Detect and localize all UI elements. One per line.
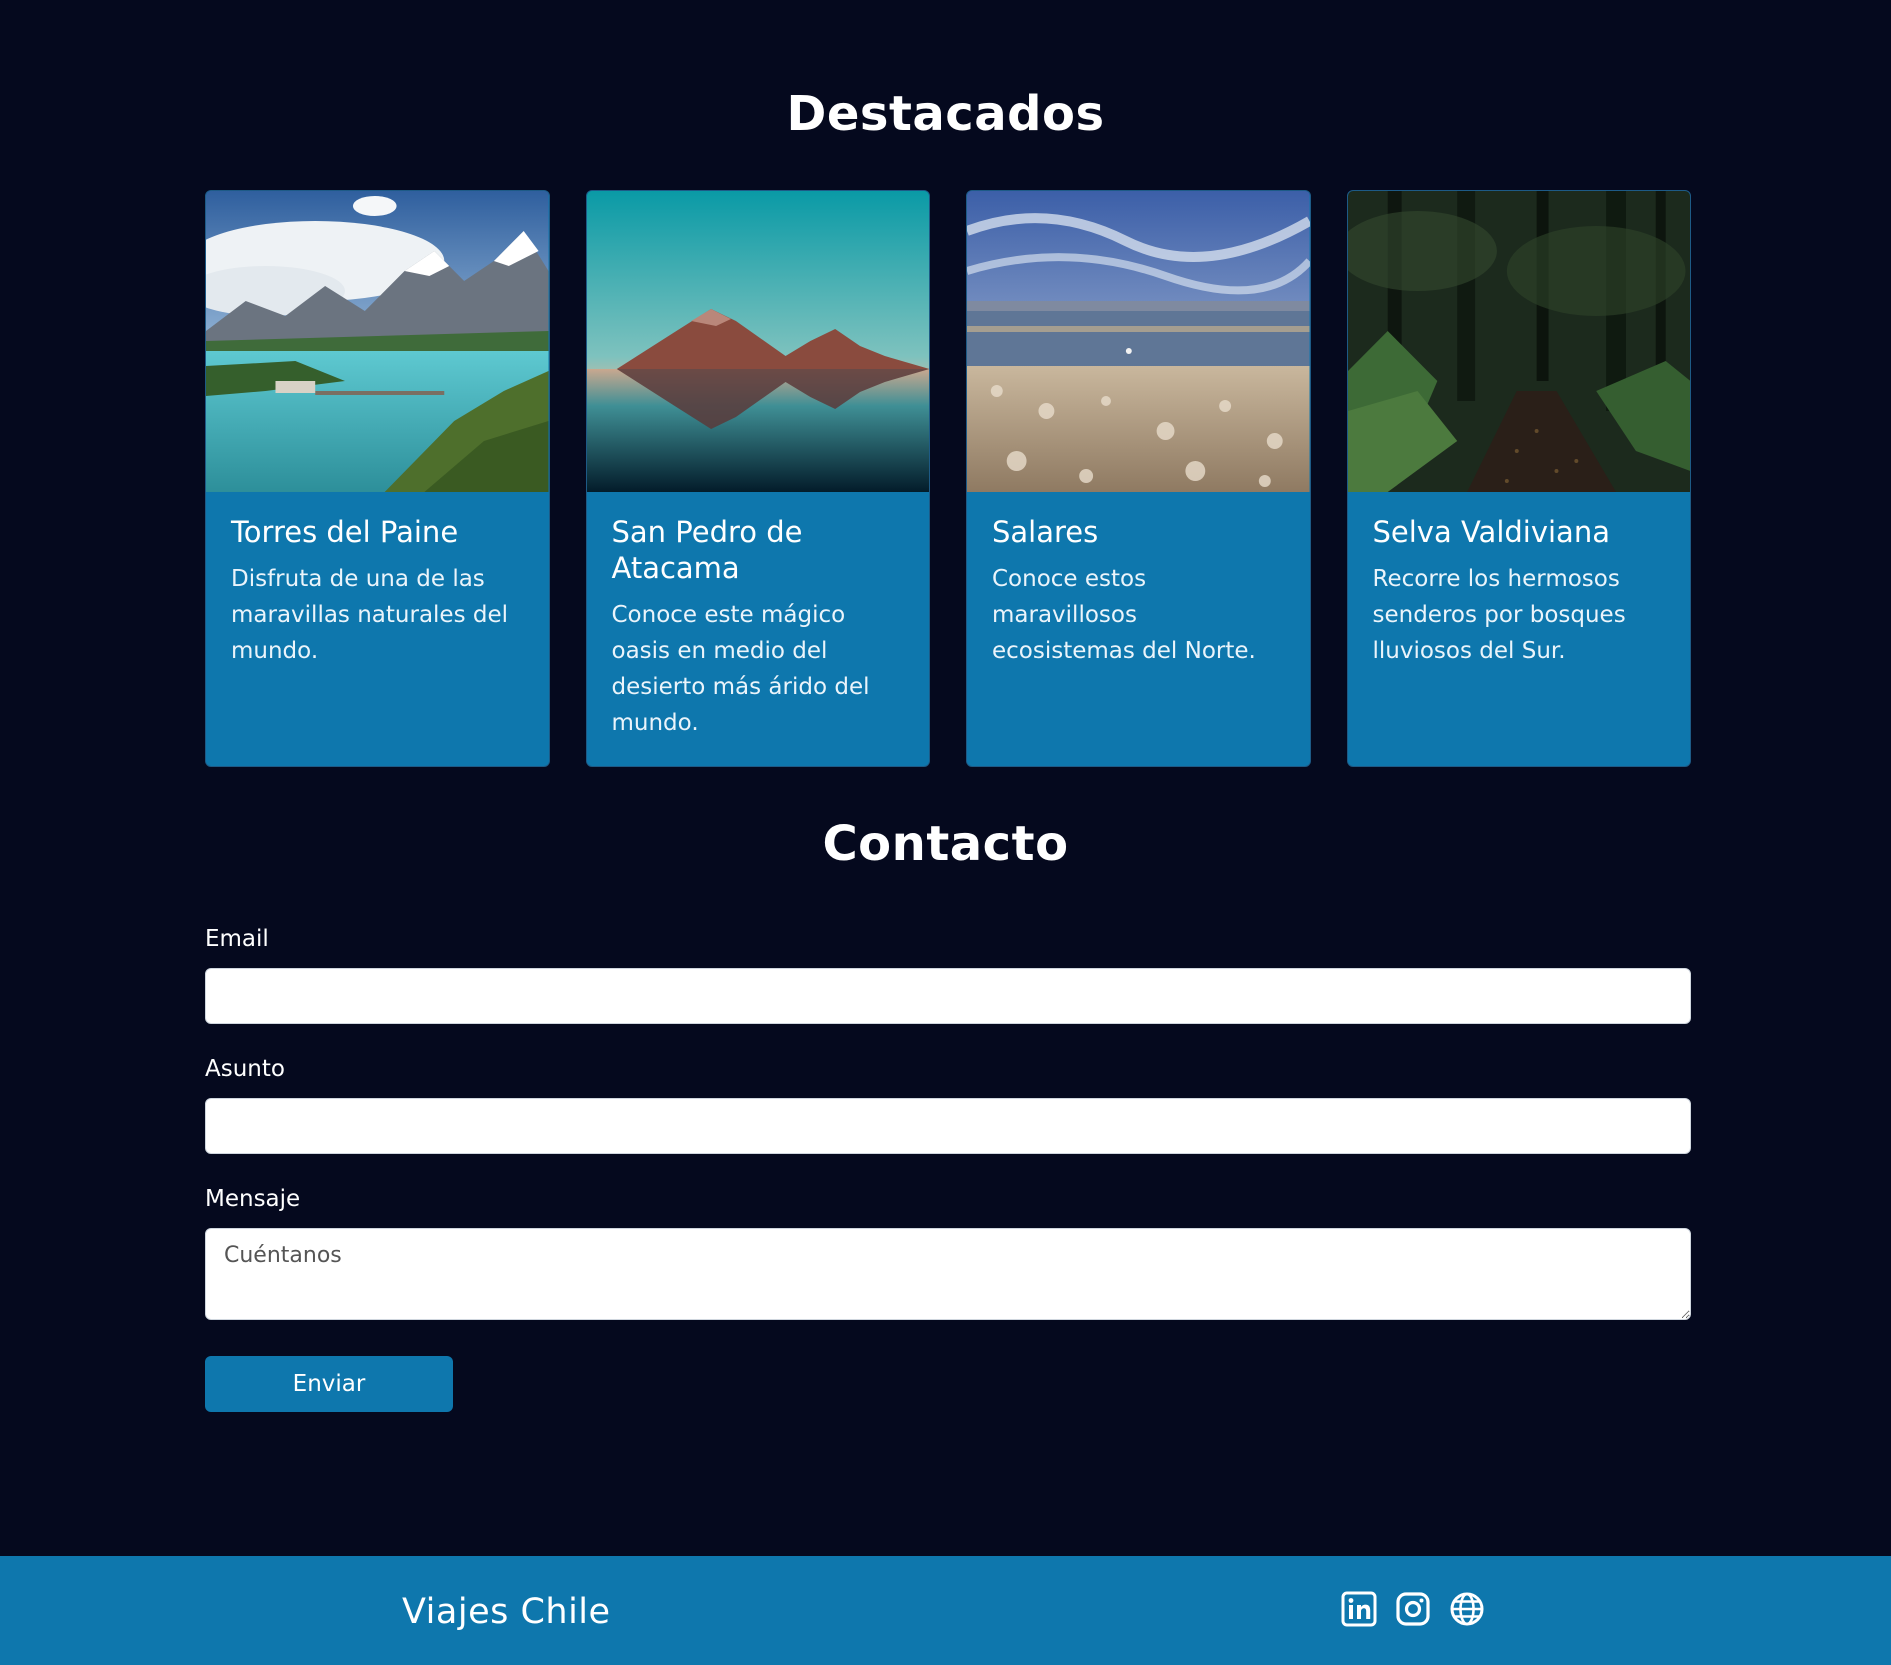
card-title: Salares: [992, 515, 1099, 549]
card-text: Conoce este mágico oasis en medio del de…: [611, 602, 870, 736]
footer-brand: Viajes Chile: [402, 1592, 611, 1632]
card-torres-del-paine[interactable]: Torres del Paine Disfruta de una de las …: [205, 190, 550, 767]
subject-field[interactable]: [205, 1098, 1691, 1154]
card-text: Disfruta de una de las maravillas natura…: [231, 566, 509, 664]
social-links: [1341, 1591, 1485, 1627]
instagram-icon[interactable]: [1395, 1591, 1431, 1627]
card-title: Selva Valdiviana: [1372, 515, 1610, 549]
card-text: Recorre los hermosos senderos por bosque…: [1372, 566, 1626, 664]
card-title: San Pedro de Atacama: [611, 515, 803, 585]
volcano-reflection-photo: [586, 191, 929, 492]
linkedin-icon[interactable]: [1341, 1591, 1377, 1627]
card-text: Conoce estos maravillosos ecosistemas de…: [992, 566, 1256, 664]
rainforest-trail-photo: [1347, 191, 1690, 492]
card-title: Torres del Paine: [231, 515, 459, 549]
contact-title: Contacto: [822, 816, 1069, 872]
email-label: Email: [205, 926, 269, 952]
mountain-lake-photo: [206, 191, 549, 492]
email-field[interactable]: [205, 968, 1691, 1024]
message-textarea[interactable]: [205, 1228, 1691, 1320]
submit-button[interactable]: Enviar: [205, 1356, 453, 1412]
card-san-pedro-de-atacama[interactable]: San Pedro de Atacama Conoce este mágico …: [585, 190, 930, 767]
card-selva-valdiviana[interactable]: Selva Valdiviana Recorre los hermosos se…: [1346, 190, 1691, 767]
featured-cards: Torres del Paine Disfruta de una de las …: [205, 190, 1691, 767]
globe-icon[interactable]: [1449, 1591, 1485, 1627]
contact-form: Email Asunto Mensaje Enviar: [205, 924, 1691, 1412]
featured-title: Destacados: [786, 86, 1105, 142]
card-salares[interactable]: Salares Conoce estos maravillosos ecosis…: [966, 190, 1311, 767]
footer: Viajes Chile: [0, 1556, 1891, 1665]
subject-label: Asunto: [205, 1056, 285, 1082]
salt-flat-photo: [967, 191, 1310, 492]
message-label: Mensaje: [205, 1186, 301, 1212]
